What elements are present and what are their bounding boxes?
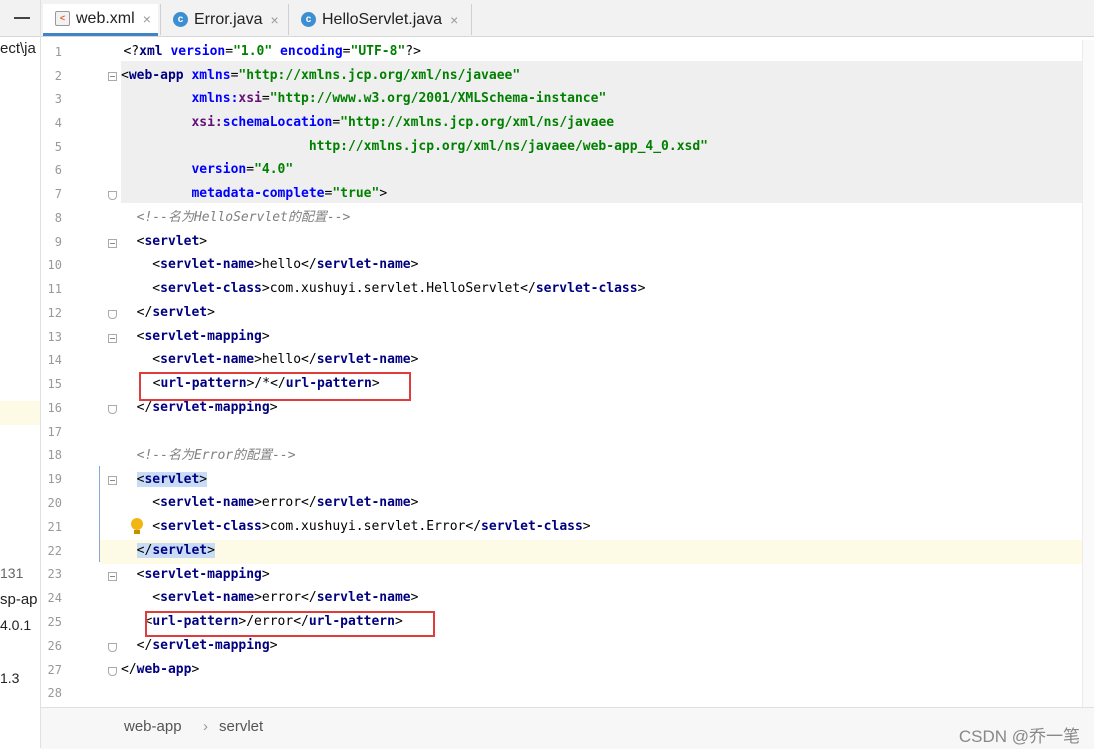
xml-file-icon: < (55, 11, 70, 26)
code-line-2: <web-app xmlns="http://xmlns.jcp.org/xml… (121, 68, 521, 83)
code-line-26: </servlet-mapping> (121, 638, 278, 653)
line-number: 19 (47, 472, 62, 486)
line-number: 2 (54, 69, 62, 83)
code-line-14: <servlet-name>hello</servlet-name> (121, 352, 419, 367)
code-line-24: <servlet-name>error</servlet-name> (121, 590, 419, 605)
line-number: 27 (47, 663, 62, 677)
code-line-3: xmlns:xsi="http://www.w3.org/2001/XMLSch… (191, 91, 607, 106)
editor-gutter[interactable]: 1 2 3 4 5 6 7 8 9 10 11 12 13 14 15 16 17 18 19 20 21 22 23 24 2… (41, 40, 117, 707)
line-number: 26 (47, 639, 62, 653)
breadcrumb-item-web-app[interactable]: web-app (124, 718, 182, 735)
code-line-5: http://xmlns.jcp.org/xml/ns/javaee/web-a… (308, 139, 709, 154)
project-path-fragment: ect\ja (0, 40, 36, 57)
line-number: 20 (47, 496, 62, 510)
line-number: 23 (47, 567, 62, 581)
close-icon[interactable]: × (270, 12, 278, 28)
line-number: 1 (54, 45, 62, 59)
code-line-20: <servlet-name>error</servlet-name> (121, 495, 419, 510)
line-number: 3 (54, 92, 62, 106)
vertical-scrollbar[interactable] (1082, 40, 1094, 707)
line-number: 13 (47, 330, 62, 344)
line-number: 11 (47, 282, 62, 296)
java-class-icon: c (173, 12, 188, 27)
project-panel: ect\ja 131 sp-ap 4.0.1 1.3 (0, 0, 41, 748)
tab-error-java[interactable]: c Error.java × (161, 4, 287, 35)
code-line-9: <servlet> (121, 234, 208, 249)
line-number: 22 (47, 544, 62, 558)
breadcrumb-separator: › (203, 718, 208, 735)
code-line-4: xsi:schemaLocation="http://xmlns.jcp.org… (191, 115, 615, 130)
current-line-highlight (100, 540, 1082, 564)
project-item[interactable]: 1.3 (0, 670, 19, 686)
minimize-icon[interactable] (14, 17, 30, 19)
line-number: 9 (54, 235, 62, 249)
highlight-box-url-pattern-1 (139, 372, 411, 401)
java-class-icon: c (301, 12, 316, 27)
line-number: 6 (54, 163, 62, 177)
tab-label: web.xml (76, 9, 135, 27)
project-item[interactable]: sp-ap (0, 591, 38, 608)
line-number: 15 (47, 377, 62, 391)
project-item[interactable]: 4.0.1 (0, 617, 31, 633)
code-line-18: <!--名为Error的配置--> (136, 448, 296, 463)
watermark: CSDN @乔一笔 (958, 727, 1080, 746)
code-line-11: <servlet-class>com.xushuyi.servlet.Hello… (121, 281, 646, 296)
highlight-box-url-pattern-2 (145, 611, 435, 637)
line-number: 28 (47, 686, 62, 700)
code-line-1: <?xml version="1.0" encoding="UTF-8"?> (123, 44, 421, 59)
line-number: 5 (54, 140, 62, 154)
line-number: 7 (54, 187, 62, 201)
line-number: 10 (47, 258, 62, 272)
line-number: 24 (47, 591, 62, 605)
project-panel-header (0, 0, 40, 37)
lightbulb-icon[interactable] (131, 518, 143, 534)
close-icon[interactable]: × (143, 11, 151, 27)
line-number: 21 (47, 520, 62, 534)
line-number: 4 (54, 116, 62, 130)
code-line-23: <servlet-mapping> (121, 567, 270, 582)
code-line-19: <servlet> (136, 472, 208, 487)
breadcrumb-item-servlet[interactable]: servlet (219, 718, 263, 735)
code-line-13: <servlet-mapping> (121, 329, 270, 344)
tab-web-xml[interactable]: < web.xml × (43, 4, 158, 36)
line-number: 16 (47, 401, 62, 415)
project-item[interactable]: 131 (0, 565, 23, 581)
editor-tab-bar: < web.xml × c Error.java × c HelloServle… (41, 0, 1094, 37)
line-number: 18 (47, 448, 62, 462)
code-line-27: </web-app> (121, 662, 200, 677)
line-number: 8 (54, 211, 62, 225)
line-number: 25 (47, 615, 62, 629)
tab-label: HelloServlet.java (322, 10, 443, 28)
tab-helloservlet-java[interactable]: c HelloServlet.java × (289, 4, 471, 35)
code-line-21: <servlet-class>com.xushuyi.servlet.Error… (152, 519, 591, 534)
close-icon[interactable]: × (450, 12, 458, 28)
code-line-12: </servlet> (121, 305, 215, 320)
line-number: 12 (47, 306, 62, 320)
code-line-10: <servlet-name>hello</servlet-name> (121, 257, 419, 272)
line-number: 14 (47, 353, 62, 367)
code-line-8: <!--名为HelloServlet的配置--> (136, 210, 351, 225)
tab-label: Error.java (194, 10, 263, 28)
code-line-6: version="4.0" (191, 162, 294, 177)
project-selected-row[interactable] (0, 401, 40, 425)
code-line-7: metadata-complete="true"> (191, 186, 388, 201)
code-line-22: </servlet> (136, 543, 215, 558)
line-number: 17 (47, 425, 62, 439)
breadcrumb-bar: web-app › servlet CSDN @乔一笔 (41, 707, 1094, 749)
